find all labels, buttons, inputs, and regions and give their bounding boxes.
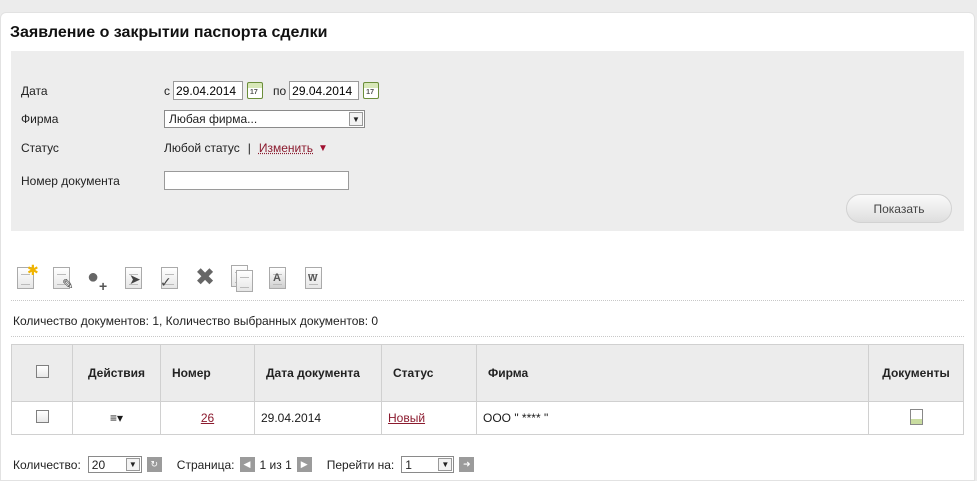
show-button[interactable]: Показать [846,194,952,223]
docnum-label: Номер документа [21,174,120,188]
page-size-value: 20 [91,458,106,472]
status-separator: | [247,141,251,155]
toolbar: ✱ ✎ ● + ➤ ✓ ✖ A W [13,263,327,293]
document-count: Количество документов: 1, Количество выб… [13,314,379,328]
date-to-input[interactable] [289,81,360,100]
document-icon[interactable] [909,408,923,425]
firm-select-value: Любая фирма... [169,112,258,126]
chevron-down-icon[interactable]: ▼ [438,458,453,471]
firm-select-wrap: Любая фирма... ▼ [164,110,365,128]
goto-page-value: 1 [405,458,412,472]
row-actions-menu[interactable]: ≡▾ [72,401,161,435]
documents-table: Действия Номер Дата документа Статус Фир… [11,344,964,435]
page-title: Заявление о закрытии паспорта сделки [10,24,328,41]
row-status-link[interactable]: Новый [388,411,425,425]
goto-page-select[interactable]: 1 ▼ [401,456,455,473]
go-arrow-icon[interactable]: ➜ [459,457,475,472]
assign-user-icon[interactable]: ● + [85,265,111,293]
select-all-cell [11,344,73,402]
divider [11,300,964,301]
count-label: Количество: [13,457,81,472]
row-number-cell: 26 [160,401,255,435]
check-document-icon[interactable]: ✓ [157,265,183,293]
header-actions: Действия [72,344,161,402]
chevron-down-icon[interactable]: ▼ [349,112,363,126]
page-label: Страница: [176,457,235,472]
docnum-input[interactable] [164,171,349,190]
triangle-down-icon[interactable]: ▼ [318,143,328,154]
calendar-day: 17 [366,89,374,96]
header-firm[interactable]: Фирма [476,344,869,402]
calendar-icon[interactable]: 17 [363,82,380,99]
pager: Количество: 20 ▼ ↻ Страница: ◀ 1 из 1 ▶ … [13,456,475,473]
chevron-down-icon[interactable]: ▼ [125,458,140,471]
table-header-row: Действия Номер Дата документа Статус Фир… [11,344,964,402]
header-date[interactable]: Дата документа [254,344,382,402]
header-status[interactable]: Статус [381,344,477,402]
calendar-icon[interactable]: 17 [247,82,263,99]
row-status-cell: Новый [381,401,477,435]
sign-document-icon[interactable]: ➤ [121,265,147,293]
delete-icon[interactable]: ✖ [193,265,219,293]
date-from-input[interactable] [173,81,243,100]
prev-page-icon[interactable]: ◀ [239,457,255,472]
new-document-icon[interactable]: ✱ [13,263,39,293]
date-label: Дата [21,84,48,98]
from-label: с [164,83,170,98]
header-number[interactable]: Номер [160,344,255,402]
page-value: 1 из 1 [259,457,292,472]
status-value: Любой статус [164,141,240,155]
header-documents: Документы [868,344,964,402]
status-value-wrap: Любой статус | Изменить ▼ [164,141,328,155]
row-documents-cell [868,401,964,435]
row-select-cell [11,401,73,435]
page-size-select[interactable]: 20 ▼ [87,456,142,473]
next-page-icon[interactable]: ▶ [296,457,312,472]
status-change-link[interactable]: Изменить [259,141,313,155]
to-label: по [273,83,287,98]
export-word-icon[interactable]: W [301,265,327,293]
refresh-icon[interactable]: ↻ [146,457,162,472]
divider [11,336,964,337]
export-pdf-icon[interactable]: A [265,265,291,293]
copy-document-icon[interactable] [229,265,255,293]
firm-label: Фирма [21,112,59,126]
filter-panel: Дата с 17 по 17 Фирма Любая фирма... ▼ С… [11,51,964,231]
row-number-link[interactable]: 26 [201,411,214,425]
calendar-day: 17 [250,89,258,96]
firm-select[interactable]: Любая фирма... ▼ [164,110,365,128]
row-firm: ООО " **** " [476,401,869,435]
table-row[interactable]: ≡▾ 26 29.04.2014 Новый ООО " **** " [11,401,964,435]
select-all-checkbox[interactable] [35,365,49,378]
status-label: Статус [21,141,59,155]
goto-label: Перейти на: [326,457,395,472]
row-checkbox[interactable] [35,410,49,423]
row-date: 29.04.2014 [254,401,382,435]
date-range: с 17 по 17 [164,81,380,100]
main-panel: Заявление о закрытии паспорта сделки Дат… [0,12,975,481]
edit-document-icon[interactable]: ✎ [49,265,75,293]
